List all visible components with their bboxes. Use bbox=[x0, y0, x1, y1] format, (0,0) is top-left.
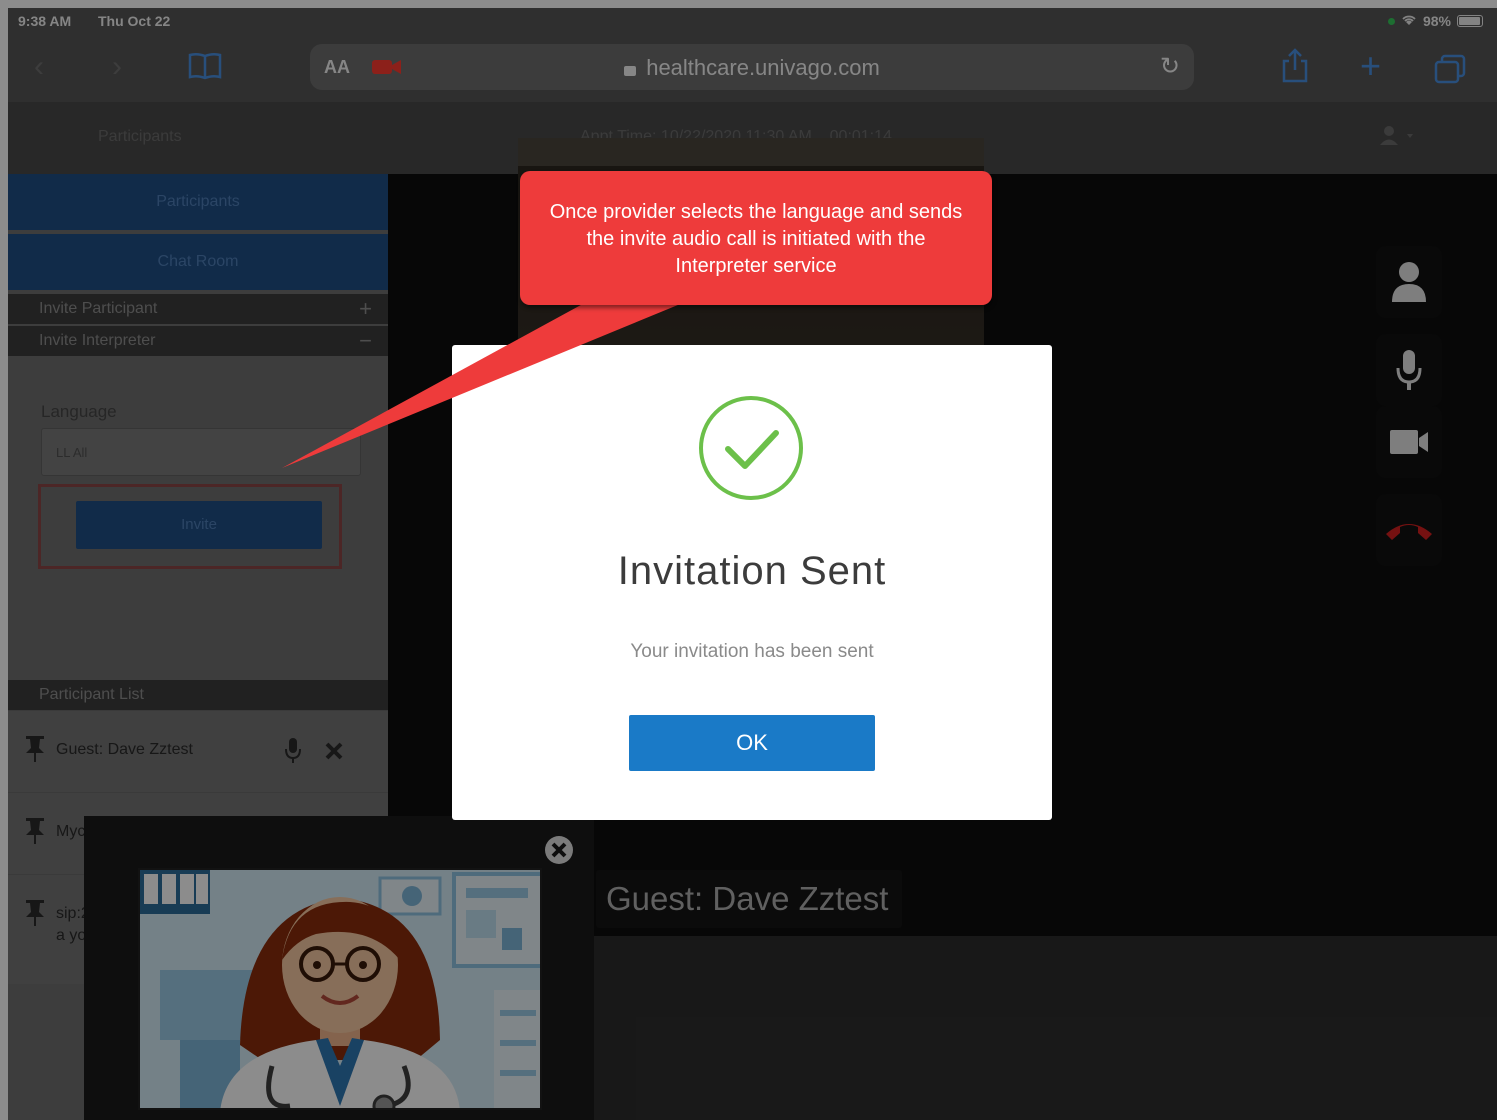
dialog-message: Your invitation has been sent bbox=[630, 641, 874, 662]
annotation-callout: Once provider selects the language and s… bbox=[520, 171, 992, 305]
invitation-sent-dialog: Invitation Sent Your invitation has been… bbox=[452, 345, 1052, 820]
callout-text: Once provider selects the language and s… bbox=[549, 201, 963, 277]
ok-button[interactable]: OK bbox=[629, 715, 875, 771]
success-check-icon bbox=[698, 395, 804, 501]
dialog-title: Invitation Sent bbox=[617, 549, 887, 593]
